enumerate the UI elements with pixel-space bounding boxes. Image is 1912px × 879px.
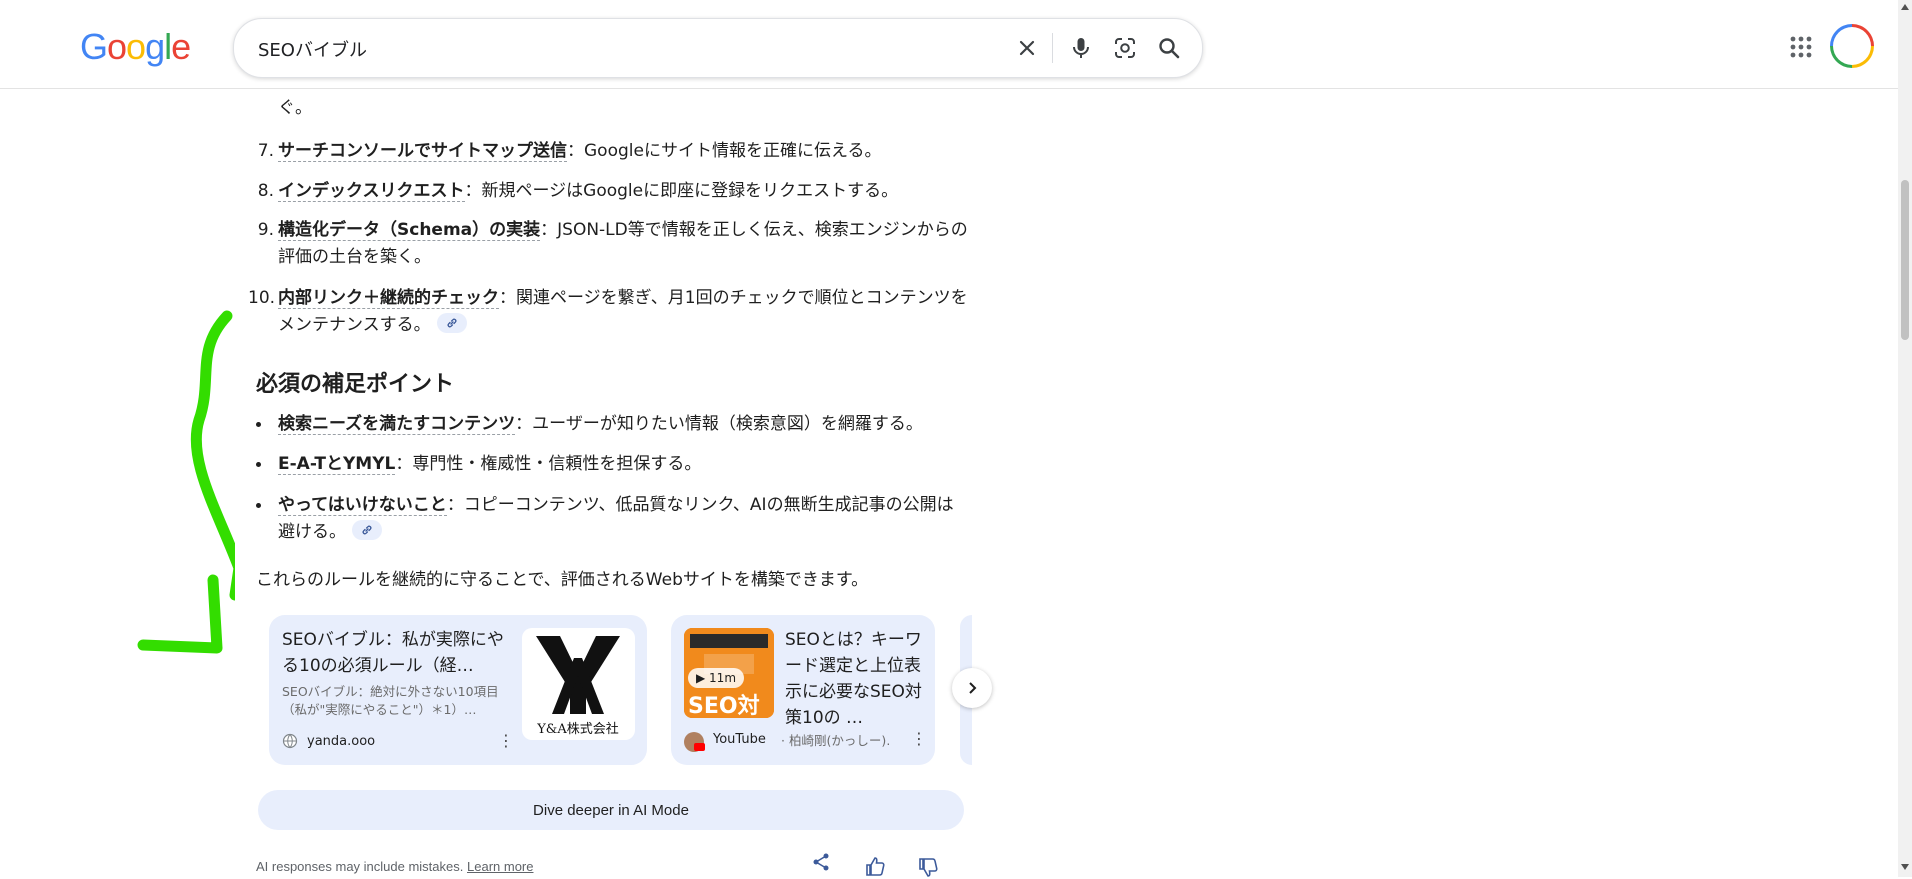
- more-vert-icon[interactable]: ⋮: [911, 729, 927, 748]
- search-box[interactable]: SEOバイブル: [233, 18, 1203, 78]
- search-icon[interactable]: [1156, 35, 1182, 61]
- card-author: · 柏崎剛(かっしー)…: [781, 733, 891, 748]
- card-snippet: SEOバイブル：絶対に外さない10項目（私が"実際にやること"）＊1）…: [282, 684, 499, 717]
- clipped-text: ぐ。: [278, 98, 312, 118]
- duration-text: 11m: [709, 671, 737, 685]
- bullet-text: ：ユーザーが知りたい情報（検索意図）を網羅する。: [515, 414, 923, 434]
- duration-badge: ▶ 11m: [688, 668, 745, 688]
- source-link-chip[interactable]: [436, 313, 467, 333]
- more-vert-icon[interactable]: ⋮: [498, 731, 514, 750]
- scroll-up-icon[interactable]: [1900, 2, 1910, 12]
- link-icon: [447, 318, 457, 328]
- search-divider: [1052, 33, 1053, 63]
- mic-icon[interactable]: [1068, 35, 1094, 61]
- logo-letter: o: [126, 26, 146, 67]
- source-link-chip[interactable]: [352, 520, 382, 540]
- list-text: ：Googleにサイト情報を正確に伝える。: [567, 141, 882, 161]
- ya-logo-icon: Y&A株式会社: [536, 636, 620, 737]
- card-thumbnail: Y&A株式会社: [522, 628, 635, 740]
- lens-icon[interactable]: [1112, 35, 1138, 61]
- section-heading: 必須の補足ポイント: [256, 372, 455, 397]
- card-source: YouTube: [713, 732, 766, 747]
- term[interactable]: サーチコンソールでサイトマップ送信: [278, 141, 567, 162]
- video-card[interactable]: SEO対 ▶ 11m SEOとは？キーワード選定と上位表示に必要なSEO対策10…: [671, 615, 935, 765]
- thumb-caption: Y&A株式会社: [536, 721, 619, 737]
- bullet-dot: [256, 462, 261, 467]
- bullet-dot: [256, 503, 261, 508]
- learn-more-link[interactable]: Learn more: [467, 859, 533, 874]
- annotation-arrow: [137, 310, 235, 654]
- term[interactable]: やってはいけないこと: [278, 495, 447, 516]
- bullet-text: ：専門性・権威性・信頼性を担保する。: [395, 454, 702, 474]
- disclaimer-text: AI responses may include mistakes.: [256, 859, 464, 874]
- list-number: 7.: [257, 141, 274, 161]
- thumb-text: SEO対: [688, 694, 760, 718]
- apps-grid-icon[interactable]: [1790, 36, 1812, 62]
- youtube-icon: [694, 743, 705, 751]
- search-input[interactable]: SEOバイブル: [258, 36, 367, 62]
- ai-mode-button[interactable]: Dive deeper in AI Mode: [258, 790, 964, 830]
- summary-text: これらのルールを継続的に守ることで、評価されるWebサイトを構築できます。: [256, 570, 869, 590]
- term[interactable]: 検索ニーズを満たすコンテンツ: [278, 414, 516, 435]
- link-icon: [362, 525, 372, 535]
- thumbs-down-icon[interactable]: [917, 857, 939, 879]
- list-text: ：新規ページはGoogleに即座に登録をリクエストする。: [464, 181, 899, 201]
- card-title[interactable]: SEOバイブル：私が実際にやる10の必須ルール（経…: [282, 627, 512, 679]
- term[interactable]: インデックスリクエスト: [278, 181, 465, 202]
- scrollbar-thumb[interactable]: [1901, 180, 1909, 340]
- logo-letter: G: [80, 26, 108, 67]
- globe-icon: [282, 733, 298, 749]
- list-number: 10.: [248, 288, 276, 308]
- scroll-down-icon[interactable]: [1900, 862, 1910, 872]
- play-icon: ▶: [696, 671, 710, 685]
- disclaimer: AI responses may include mistakes. Learn…: [256, 859, 533, 874]
- card-title[interactable]: SEOとは？キーワード選定と上位表示に必要なSEO対策10の …: [785, 627, 925, 731]
- clear-icon[interactable]: [1014, 35, 1040, 61]
- list-number: 8.: [257, 181, 274, 201]
- term[interactable]: 内部リンク＋継続的チェック: [278, 288, 499, 309]
- google-logo[interactable]: Google: [80, 26, 191, 68]
- search-header: Google SEOバイブル: [0, 8, 1898, 89]
- term[interactable]: 構造化データ（Schema）の実装: [278, 220, 541, 241]
- term[interactable]: E-A-TとYMYL: [278, 454, 396, 475]
- logo-letter: g: [145, 26, 165, 67]
- logo-letter: e: [171, 26, 191, 67]
- share-icon[interactable]: [811, 852, 831, 872]
- bullet-dot: [256, 422, 261, 427]
- chevron-right-icon: [969, 682, 977, 694]
- video-thumbnail[interactable]: SEO対 ▶ 11m: [684, 628, 774, 718]
- next-cards-button[interactable]: [952, 668, 992, 708]
- source-card[interactable]: SEOバイブル：私が実際にやる10の必須ルール（経… SEOバイブル：絶対に外さ…: [269, 615, 647, 765]
- thumbs-up-icon[interactable]: [864, 855, 886, 877]
- logo-letter: o: [107, 26, 127, 67]
- list-number: 9.: [257, 220, 274, 240]
- page-scrollbar[interactable]: [1898, 0, 1912, 877]
- card-source: yanda.ooo: [307, 734, 376, 749]
- account-avatar[interactable]: [1830, 24, 1874, 68]
